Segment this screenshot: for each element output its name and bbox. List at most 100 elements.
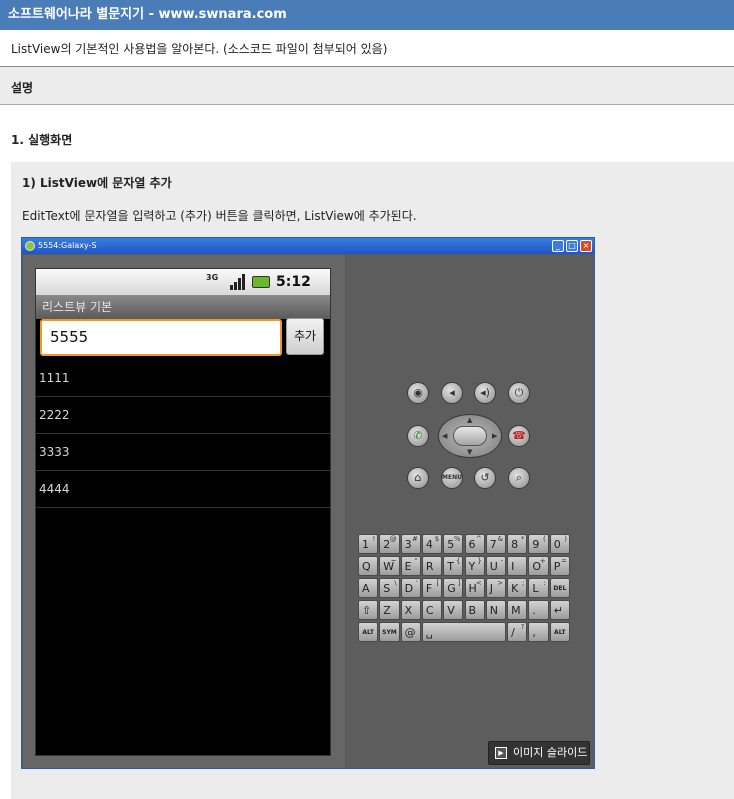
key-label: M <box>511 604 521 617</box>
key-alt-label: & <box>497 535 504 543</box>
home-icon[interactable]: ⌂ <box>407 467 429 489</box>
key-4-1[interactable]: SYM <box>379 622 400 642</box>
key-3-7[interactable]: M <box>507 600 528 620</box>
list-item[interactable]: 1111 <box>36 360 330 397</box>
key-label: D <box>404 582 414 595</box>
key-1-6[interactable]: U- <box>485 556 507 576</box>
key-4-4[interactable]: /? <box>507 622 528 642</box>
key-3-1[interactable]: Z <box>379 600 400 620</box>
menu-button[interactable]: MENU <box>441 467 463 489</box>
key-1-0[interactable]: Q <box>358 556 379 576</box>
volume-down-icon[interactable]: ◂ <box>441 382 463 404</box>
key-2-1[interactable]: S \ <box>379 578 400 598</box>
back-icon[interactable]: ↺ <box>474 467 496 489</box>
text-input-field[interactable]: 5555 <box>40 319 282 356</box>
volume-up-icon[interactable]: ◂) <box>474 382 496 404</box>
search-icon[interactable]: ⌕ <box>508 467 530 489</box>
key-4-0[interactable]: ALT <box>358 622 379 642</box>
key-3-4[interactable]: V <box>443 600 464 620</box>
key-2-2[interactable]: D ' <box>400 578 421 598</box>
key-1-8[interactable]: O + <box>528 556 549 576</box>
key-3-8[interactable]: . <box>528 600 549 620</box>
status-bar: 3G 5:12 AM <box>36 269 330 305</box>
dpad-right-icon[interactable]: ▶ <box>492 432 497 440</box>
maximize-button[interactable]: □ <box>566 240 578 252</box>
key-label: N <box>489 604 499 617</box>
key-label: F <box>425 582 433 595</box>
key-0-6[interactable]: 7 & <box>485 534 507 554</box>
key-2-0[interactable]: A <box>358 578 379 598</box>
power-icon[interactable]: ⏻ <box>508 382 530 404</box>
key-1-2[interactable]: E " <box>400 556 421 576</box>
key-0-8[interactable]: 9( <box>528 534 549 554</box>
key-alt-label: [ <box>436 579 440 587</box>
emulator-titlebar[interactable]: 5554:Galaxy-S _ □ × <box>22 238 594 254</box>
key-label: 1 <box>362 538 369 551</box>
key-3-0[interactable]: ⇧ <box>358 600 379 620</box>
key-1-7[interactable]: I <box>507 556 528 576</box>
key-label: J <box>489 582 494 595</box>
dpad-up-icon[interactable]: ▲ <box>467 416 472 424</box>
key-3-9[interactable]: ↵ <box>549 600 570 620</box>
key-4-2[interactable]: @ <box>400 622 421 642</box>
key-label: / <box>511 626 515 639</box>
key-label: 8 <box>511 538 519 551</box>
key-4-6[interactable]: ALT <box>549 622 570 642</box>
key-alt-label: - <box>500 557 504 565</box>
key-3-3[interactable]: C <box>421 600 443 620</box>
key-1-3[interactable]: R <box>421 556 443 576</box>
key-3-6[interactable]: N <box>485 600 507 620</box>
key-0-7[interactable]: 8 * <box>507 534 528 554</box>
dpad-center-button[interactable] <box>453 426 487 446</box>
key-2-9[interactable]: DEL <box>549 578 570 598</box>
key-label: I <box>511 560 515 573</box>
key-0-5[interactable]: 6 ^ <box>464 534 485 554</box>
key-2-3[interactable]: F[ <box>421 578 443 598</box>
close-button[interactable]: × <box>580 240 592 252</box>
key-3-2[interactable]: X <box>400 600 421 620</box>
list-item[interactable]: 3333 <box>36 434 330 471</box>
section-title: 1. 실행화면 <box>11 133 73 147</box>
key-0-4[interactable]: 5% <box>443 534 464 554</box>
key-4-5[interactable]: , <box>528 622 549 642</box>
key-2-6[interactable]: J > <box>485 578 507 598</box>
key-1-5[interactable]: Y} <box>464 556 485 576</box>
dpad-control[interactable]: ▲ ▼ ◀ ▶ <box>438 414 502 458</box>
image-slide-button[interactable]: ▶ 이미지 슬라이드 <box>488 741 590 765</box>
key-0-3[interactable]: 4 $ <box>421 534 443 554</box>
key-3-5[interactable]: B <box>464 600 485 620</box>
key-0-9[interactable]: 0) <box>549 534 570 554</box>
key-label: Q <box>362 560 371 573</box>
camera-icon[interactable]: ◉ <box>407 382 429 404</box>
end-call-icon[interactable]: ☎ <box>508 425 530 447</box>
key-2-7[interactable]: K; <box>507 578 528 598</box>
key-1-9[interactable]: P = <box>549 556 570 576</box>
key-label: Y <box>468 560 476 573</box>
key-0-2[interactable]: 3 # <box>400 534 421 554</box>
key-0-1[interactable]: 2 @ <box>379 534 400 554</box>
list-item[interactable]: 2222 <box>36 397 330 434</box>
space-key[interactable]: ␣ <box>421 622 507 642</box>
key-2-5[interactable]: H < <box>464 578 485 598</box>
minimize-button[interactable]: _ <box>552 240 564 252</box>
key-alt-label: " <box>414 557 418 565</box>
key-label: 6 <box>468 538 476 551</box>
key-alt-label: > <box>497 579 504 587</box>
key-2-8[interactable]: L: <box>528 578 549 598</box>
site-header[interactable]: 소프트웨어나라 별문지기 - www.swnara.com <box>0 0 734 30</box>
call-icon[interactable]: ✆ <box>407 425 429 447</box>
key-2-4[interactable]: G] <box>443 578 464 598</box>
key-0-0[interactable]: 1! <box>358 534 379 554</box>
key-alt-label: ^ <box>475 535 482 543</box>
device-controls-panel <box>346 255 594 768</box>
description-heading: 설명 <box>11 81 34 95</box>
key-1-4[interactable]: T{ <box>443 556 464 576</box>
add-button[interactable]: 추가 <box>286 318 324 355</box>
key-alt-label: : <box>543 579 546 587</box>
dpad-left-icon[interactable]: ◀ <box>442 432 447 440</box>
key-1-1[interactable]: W ~ <box>379 556 400 576</box>
dpad-down-icon[interactable]: ▼ <box>467 448 472 456</box>
key-label: ↵ <box>553 604 563 617</box>
list-item[interactable]: 4444 <box>36 471 330 508</box>
key-label: A <box>362 582 370 595</box>
